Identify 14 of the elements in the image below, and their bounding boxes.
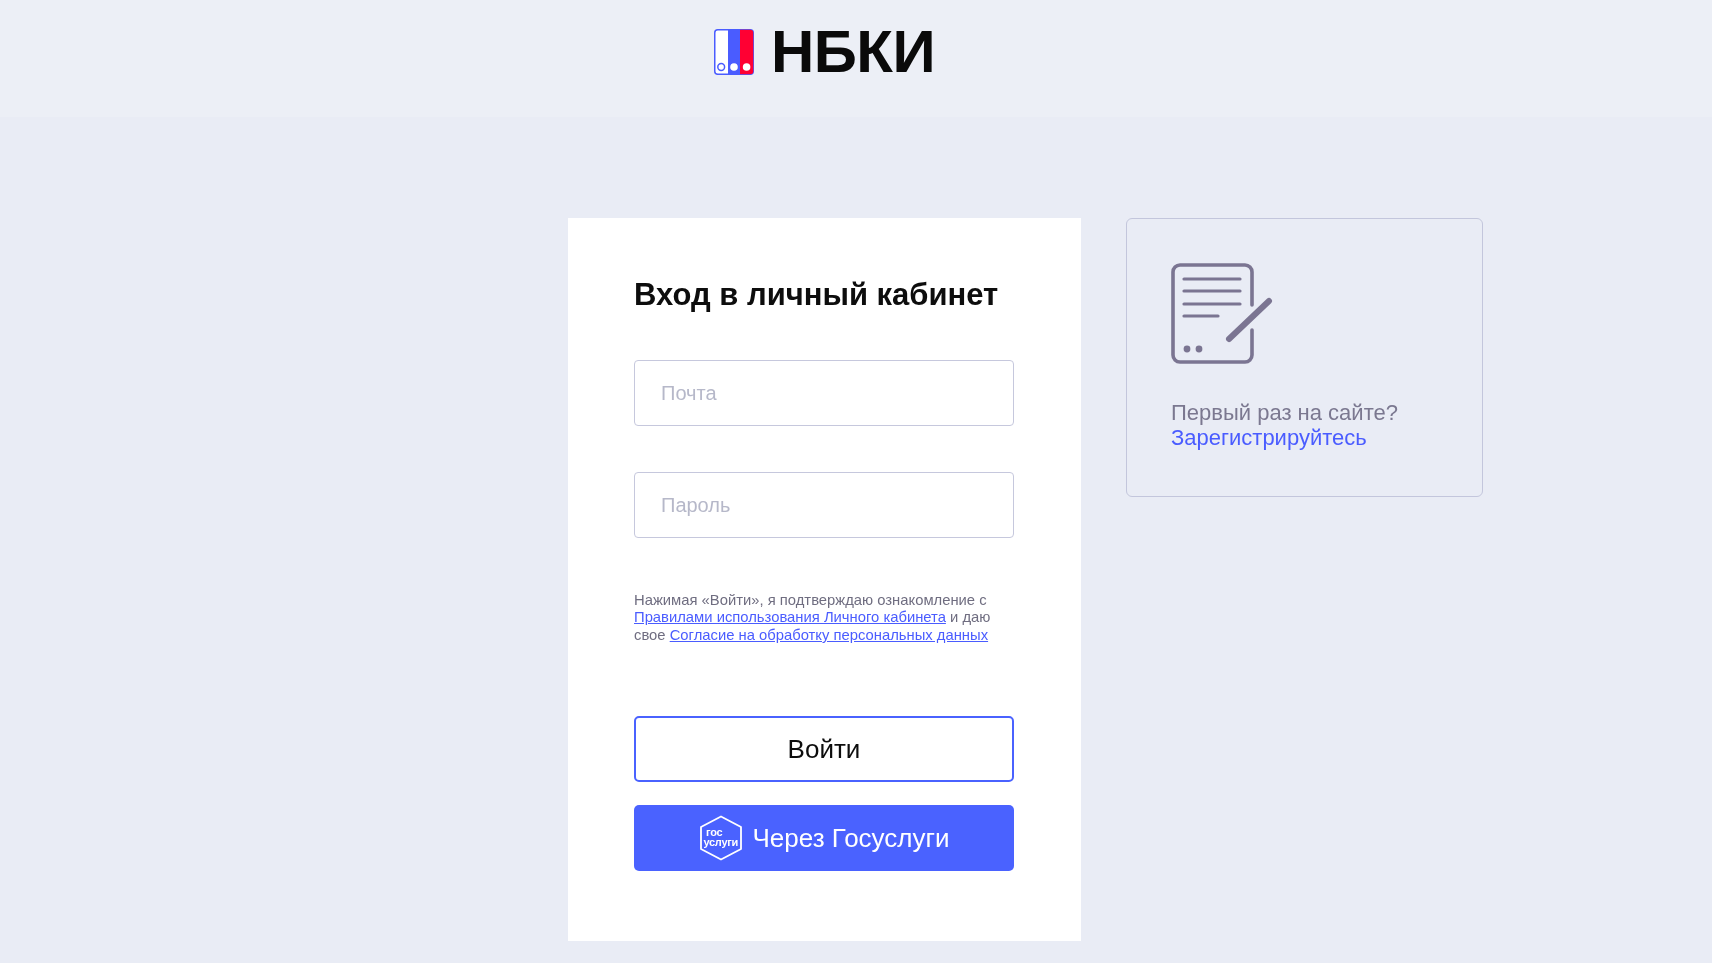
first-visit-text: Первый раз на сайте? bbox=[1171, 400, 1398, 425]
hexagon-logo-icon: гос услуги bbox=[698, 815, 743, 862]
login-button[interactable]: Войти bbox=[634, 716, 1014, 783]
document-pen-icon bbox=[1171, 263, 1273, 364]
input-field[interactable]: Почта bbox=[634, 360, 1014, 426]
register-link[interactable]: Зарегистрируйтесь bbox=[1171, 425, 1367, 450]
logo-text: НБКИ bbox=[770, 19, 936, 85]
input-field[interactable]: Пароль bbox=[634, 472, 1014, 538]
consent-text: Нажимая «Войти», я подтверждаю ознакомление с Правилами использования Личного кабинета и даю свое Согласие на обработку персональных данных bbox=[634, 592, 992, 645]
logo-icon[interactable] bbox=[713, 29, 754, 75]
consent-link[interactable]: Согласие на обработку персональных данных bbox=[669, 626, 989, 643]
gosuslugi-button[interactable]: гос услуги Через Госуслуги bbox=[634, 805, 1014, 872]
form-title: Вход в личный кабинет bbox=[634, 276, 1000, 314]
rules-link[interactable]: Правилами использования Личного кабинета bbox=[634, 609, 946, 626]
